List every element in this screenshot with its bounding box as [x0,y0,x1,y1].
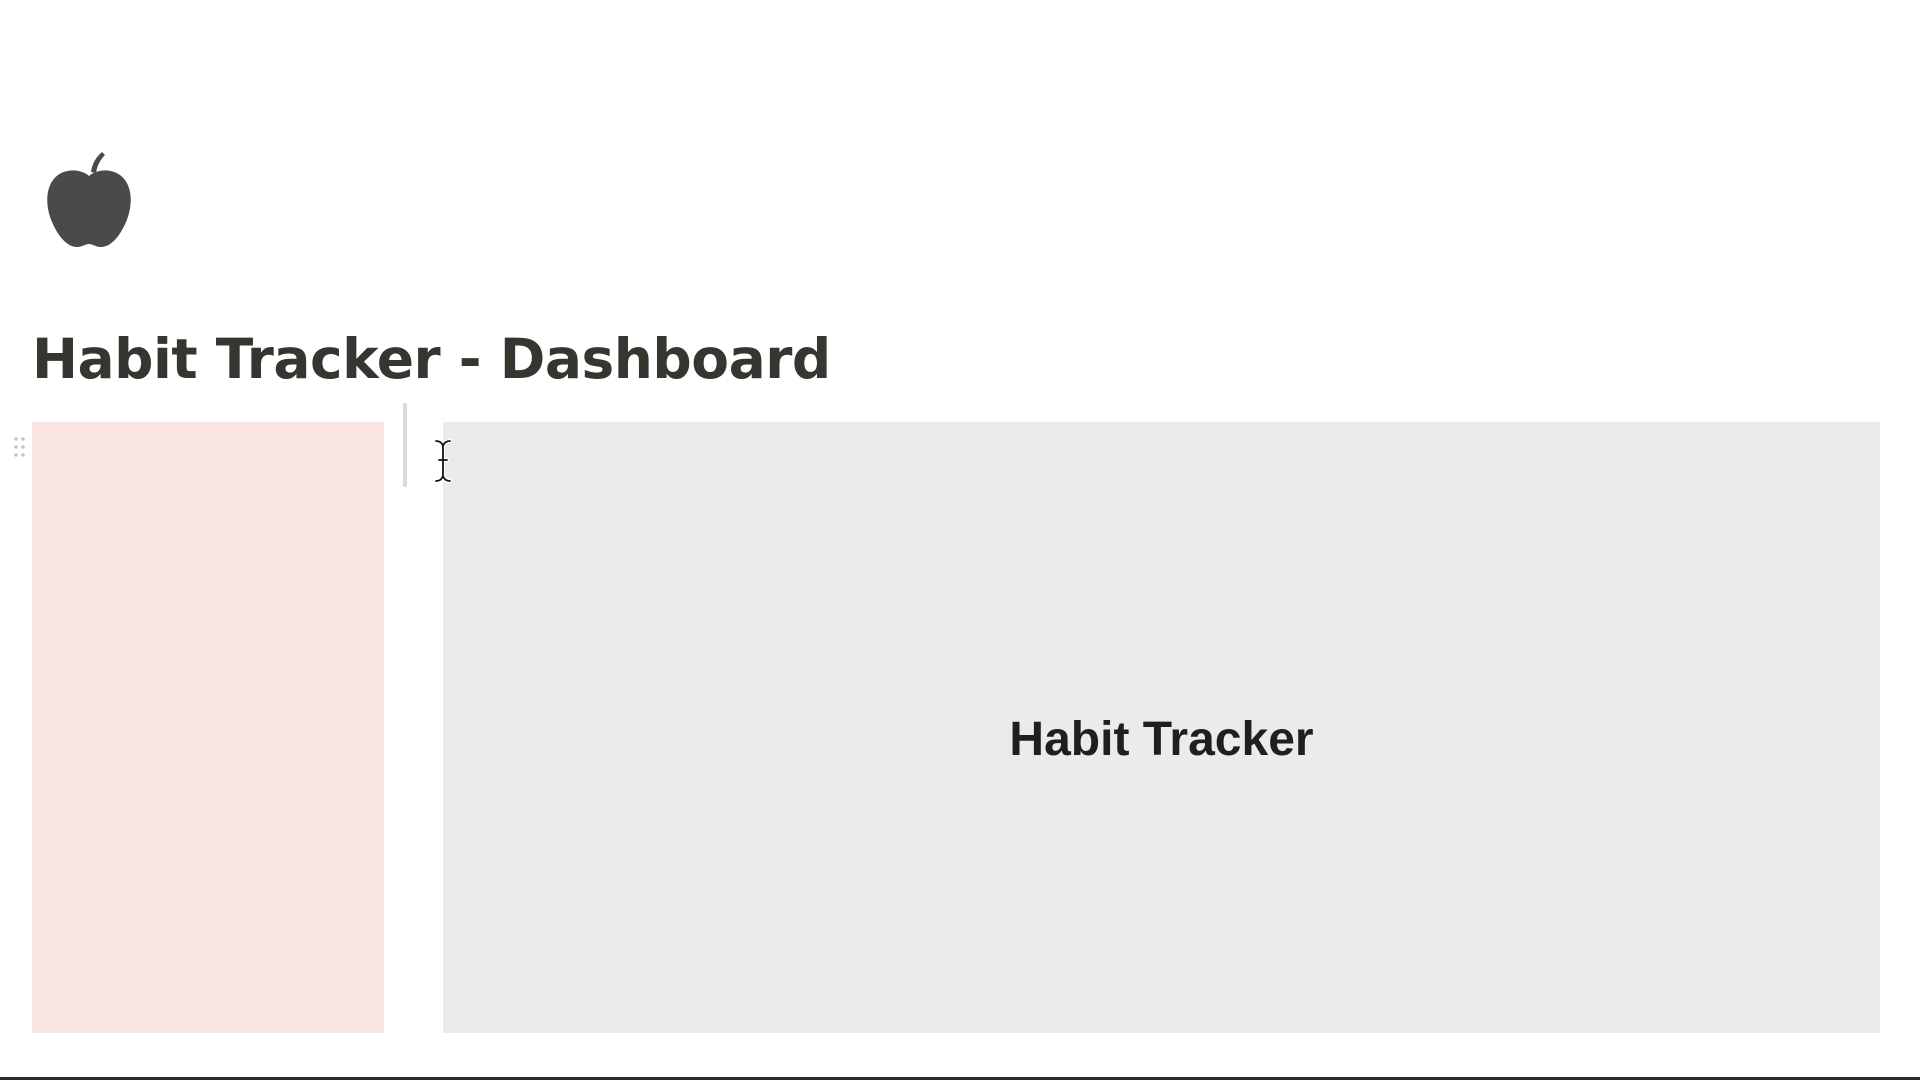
page-canvas: Habit Tracker - Dashboard Habit Tracker [0,0,1920,1080]
drag-handle-icon[interactable] [13,436,27,458]
pink-callout-block[interactable] [32,422,384,1033]
gray-callout-block[interactable]: Habit Tracker [443,422,1880,1033]
page-title[interactable]: Habit Tracker - Dashboard [32,326,831,392]
gray-block-title[interactable]: Habit Tracker [1009,712,1313,767]
column-resize-handle[interactable] [403,403,407,487]
apple-icon[interactable] [44,150,134,250]
